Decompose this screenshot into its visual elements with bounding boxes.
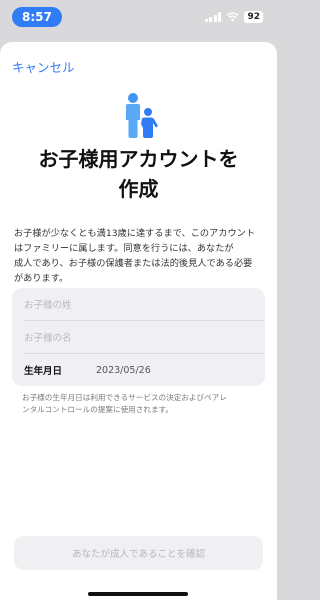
- last-name-placeholder: お子様の姓: [24, 300, 72, 311]
- first-name-placeholder: お子様の名: [24, 333, 72, 344]
- wifi-icon: [226, 12, 239, 22]
- page-title-line: お子様用アカウントを: [38, 147, 239, 171]
- date-of-birth-field[interactable]: 生年月日 2023/05/26: [24, 354, 265, 386]
- note-line: お子様の生年月日は利用できるサービスの決定およびペアレ: [22, 393, 227, 402]
- status-bar: 8:57 92: [0, 0, 277, 34]
- status-indicators: 92: [204, 11, 263, 23]
- child-info-form: お子様の姓 お子様の名 生年月日 2023/05/26: [12, 288, 265, 386]
- confirm-adult-button[interactable]: あなたが成人であることを確認: [14, 536, 263, 570]
- date-of-birth-note: お子様の生年月日は利用できるサービスの決定およびペアレ ンタルコントロールの提案…: [22, 392, 258, 416]
- first-name-field[interactable]: お子様の名: [24, 321, 265, 353]
- cellular-signal-icon: [204, 12, 222, 22]
- description-line: はファミリーに属します。同意を行うには、あなたが: [14, 243, 234, 254]
- modal-sheet: キャンセル お子様用アカウントを 作成 お子様が少なくとも満13歳に達するまで、…: [0, 42, 277, 600]
- description-line: 成人であり、お子様の保護者または法的後見人である必要: [14, 258, 253, 269]
- home-indicator[interactable]: [88, 592, 188, 596]
- description-line: お子様が少なくとも満13歳に達するまで、このアカウント: [14, 228, 256, 239]
- note-line: ンタルコントロールの提案に使用されます。: [22, 405, 173, 414]
- cancel-button[interactable]: キャンセル: [12, 57, 75, 76]
- date-of-birth-value[interactable]: 2023/05/26: [96, 365, 151, 376]
- family-icon: [126, 93, 158, 138]
- page-title-line: 作成: [118, 177, 159, 201]
- page-title: お子様用アカウントを 作成: [0, 144, 277, 204]
- battery-indicator: 92: [244, 11, 263, 23]
- description-line: があります。: [14, 273, 69, 284]
- last-name-field[interactable]: お子様の姓: [24, 288, 265, 320]
- date-of-birth-label: 生年月日: [24, 366, 63, 377]
- status-time: 8:57: [12, 7, 62, 27]
- description-text: お子様が少なくとも満13歳に達するまで、このアカウント はファミリーに属します。…: [14, 226, 264, 286]
